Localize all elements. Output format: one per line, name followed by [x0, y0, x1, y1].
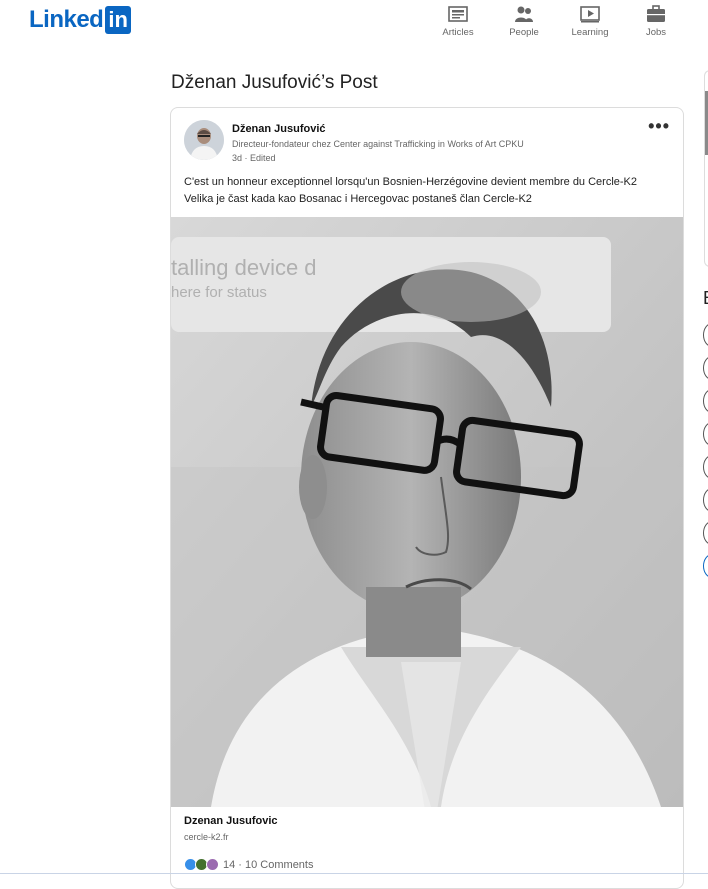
sidebar-item-circle[interactable] [703, 554, 708, 578]
nav-item-people[interactable]: People [491, 4, 557, 38]
more-options-button[interactable]: ••• [648, 117, 670, 135]
portrait-photo: talling device d here for status [171, 217, 683, 807]
top-nav: Articles People Learning Jobs [425, 4, 689, 38]
sidebar-item-circle[interactable] [703, 521, 708, 545]
sidebar-item-circle[interactable] [703, 356, 708, 380]
nav-label-jobs: Jobs [645, 27, 667, 38]
learning-icon [580, 6, 600, 23]
nav-label-learning: Learning [571, 27, 609, 38]
jobs-icon [647, 5, 665, 22]
bottom-divider [0, 873, 708, 874]
sidebar-item-circle[interactable] [703, 455, 708, 479]
right-sidebar-heading: E [703, 288, 708, 309]
avatar[interactable] [184, 120, 224, 160]
people-icon [515, 6, 533, 22]
reactions-count[interactable]: 14 · 10 Comments [223, 859, 313, 871]
post-text: C'est un honneur exceptionnel lorsqu'un … [184, 174, 637, 208]
logo-text: Linked [29, 6, 104, 33]
post-text-line-2: Velika je čast kada kao Bosanac i Herceg… [184, 193, 532, 205]
nav-label-people: People [509, 27, 539, 38]
nav-item-jobs[interactable]: Jobs [623, 4, 689, 38]
love-icon [206, 858, 219, 871]
sidebar-item-circle[interactable] [703, 422, 708, 446]
post-meta: 3d · Edited [232, 153, 276, 163]
reactions-bar[interactable]: 14 · 10 Comments [184, 858, 313, 871]
page-title: Dženan Jusufović’s Post [171, 72, 378, 93]
sidebar-item-circle[interactable] [703, 488, 708, 512]
sidebar-item-circle[interactable] [703, 389, 708, 413]
linkedin-logo[interactable]: Linked in [29, 6, 131, 34]
articles-icon [448, 6, 468, 22]
author-headline: Directeur-fondateur chez Center against … [232, 139, 524, 149]
right-sidebar-card [704, 70, 708, 267]
nav-item-articles[interactable]: Articles [425, 4, 491, 38]
sidebar-item-circle[interactable] [703, 323, 708, 347]
nav-item-learning[interactable]: Learning [557, 4, 623, 38]
overlay-text-2: here for status [171, 284, 267, 301]
post-image[interactable]: talling device d here for status [171, 217, 683, 807]
logo-box: in [105, 6, 131, 34]
post-card: Dženan Jusufović Directeur-fondateur che… [170, 107, 684, 889]
post-text-line-1: C'est un honneur exceptionnel lorsqu'un … [184, 176, 638, 188]
overlay-text-1: talling device d [171, 255, 317, 280]
author-name[interactable]: Dženan Jusufović [232, 123, 326, 135]
nav-label-articles: Articles [442, 27, 474, 38]
avatar-photo [184, 120, 224, 160]
link-preview-domain[interactable]: cercle-k2.fr [184, 832, 229, 842]
link-preview-title[interactable]: Dzenan Jusufovic [184, 815, 278, 827]
